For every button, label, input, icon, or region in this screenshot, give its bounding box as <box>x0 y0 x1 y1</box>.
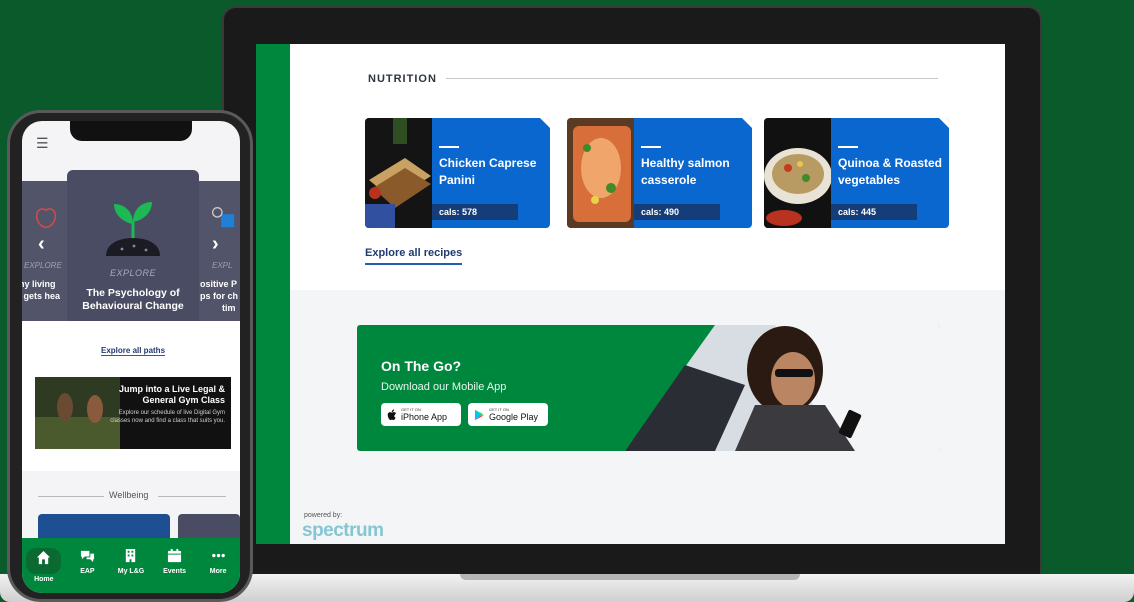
recipe-title: Quinoa & Roasted vegetables <box>838 156 943 187</box>
nav-label: Events <box>163 568 187 575</box>
app-store-button[interactable]: GET IT ON iPhone App <box>381 403 461 426</box>
card-corner <box>540 118 550 128</box>
apple-icon <box>387 408 397 420</box>
mobile-app-banner: On The Go? Download our Mobile App GET I… <box>357 325 940 451</box>
path-title-line: tim <box>222 303 236 313</box>
laptop-hinge <box>460 574 800 580</box>
recipe-photo-salmon <box>567 118 634 228</box>
path-label: EXPLORE <box>109 268 157 278</box>
path-title: The Psychology of Behavioural Change <box>82 287 184 312</box>
title-dash <box>641 146 661 148</box>
wellbeing-heading: Wellbeing <box>109 490 149 500</box>
nav-home[interactable]: Home <box>24 548 64 583</box>
explore-recipes-link[interactable]: Explore all recipes <box>365 247 463 265</box>
carousel-prev-arrow[interactable]: ‹ <box>38 233 45 256</box>
nav-label: My L&G <box>117 568 145 575</box>
calendar-icon <box>168 548 182 563</box>
title-dash <box>838 146 858 148</box>
nav-label: More <box>209 568 227 575</box>
recipe-calories: cals: 490 <box>634 204 720 220</box>
gym-heading: Jump into a Live Legal & General Gym Cla… <box>118 384 225 405</box>
recipe-card[interactable]: Healthy salmon casserole cals: 490 <box>567 118 752 228</box>
recipe-calories: cals: 578 <box>432 204 518 220</box>
recipe-calories: cals: 445 <box>831 204 917 220</box>
android-label: Google Play <box>489 411 539 422</box>
recipe-card[interactable]: Chicken Caprese Panini cals: 578 <box>365 118 550 228</box>
chat-icon <box>80 550 94 563</box>
promo-photo-woman-in-car <box>625 325 940 451</box>
card-corner <box>939 118 949 128</box>
gym-class-banner[interactable]: Jump into a Live Legal & General Gym Cla… <box>35 377 231 449</box>
home-icon <box>37 550 51 565</box>
path-label: EXPL <box>212 261 233 270</box>
card-corner <box>742 118 752 128</box>
ios-label: iPhone App <box>401 411 448 422</box>
carousel-next-arrow[interactable]: › <box>212 233 219 256</box>
path-title-line: ps for ch <box>200 291 239 301</box>
promo-title: On The Go? <box>381 358 462 374</box>
nav-label: EAP <box>80 568 95 575</box>
apple-fruit-icon <box>35 208 57 229</box>
heading-divider <box>446 78 938 79</box>
menu-icon[interactable]: ☰ <box>36 135 49 152</box>
recipe-title: Healthy salmon casserole <box>641 156 730 187</box>
nutrition-heading: NUTRITION <box>368 73 437 85</box>
bottom-navigation: Home EAP My L&G Events More <box>22 538 240 593</box>
recipe-photo-panini <box>365 118 432 228</box>
promo-subtitle: Download our Mobile App <box>381 381 507 393</box>
path-title-line: ositive P <box>200 279 238 289</box>
section-divider <box>158 496 226 497</box>
more-icon <box>211 553 225 558</box>
recipe-photo-quinoa <box>764 118 831 228</box>
recipe-title: Chicken Caprese Panini <box>439 156 537 187</box>
spectrum-logo: spectrum <box>302 520 384 541</box>
path-title-line: thy living <box>22 279 56 289</box>
laptop-screen: NUTRITION Chicken Caprese Panini cals: 5… <box>256 44 1005 544</box>
explore-paths-link[interactable]: Explore all paths <box>101 346 166 356</box>
nav-more[interactable]: More <box>198 548 238 575</box>
path-label: EXPLORE <box>24 261 62 270</box>
powered-by-label: powered by: <box>304 512 343 519</box>
path-title-line: e gets hea <box>22 291 61 301</box>
path-card-featured[interactable]: EXPLORE The Psychology of Behavioural Ch… <box>67 170 199 332</box>
nav-eap[interactable]: EAP <box>67 548 107 575</box>
phone-notch <box>70 121 192 141</box>
title-dash <box>439 146 459 148</box>
side-accent <box>256 44 290 544</box>
google-play-icon <box>475 409 484 420</box>
building-icon <box>126 548 136 563</box>
nav-events[interactable]: Events <box>155 548 195 575</box>
recipe-card[interactable]: Quinoa & Roasted vegetables cals: 445 <box>764 118 949 228</box>
gym-description: Explore our schedule of live Digital Gym… <box>110 410 225 424</box>
section-divider <box>38 496 104 497</box>
nav-my-lg[interactable]: My L&G <box>111 548 151 575</box>
sprout-icon <box>106 202 160 256</box>
nav-label: Home <box>34 576 54 583</box>
thumbs-up-icon <box>212 207 235 228</box>
phone-screen: ☰ EXPLORE thy living e gets hea EXPL osi… <box>22 121 240 593</box>
google-play-button[interactable]: GET IT ON Google Play <box>468 403 548 426</box>
